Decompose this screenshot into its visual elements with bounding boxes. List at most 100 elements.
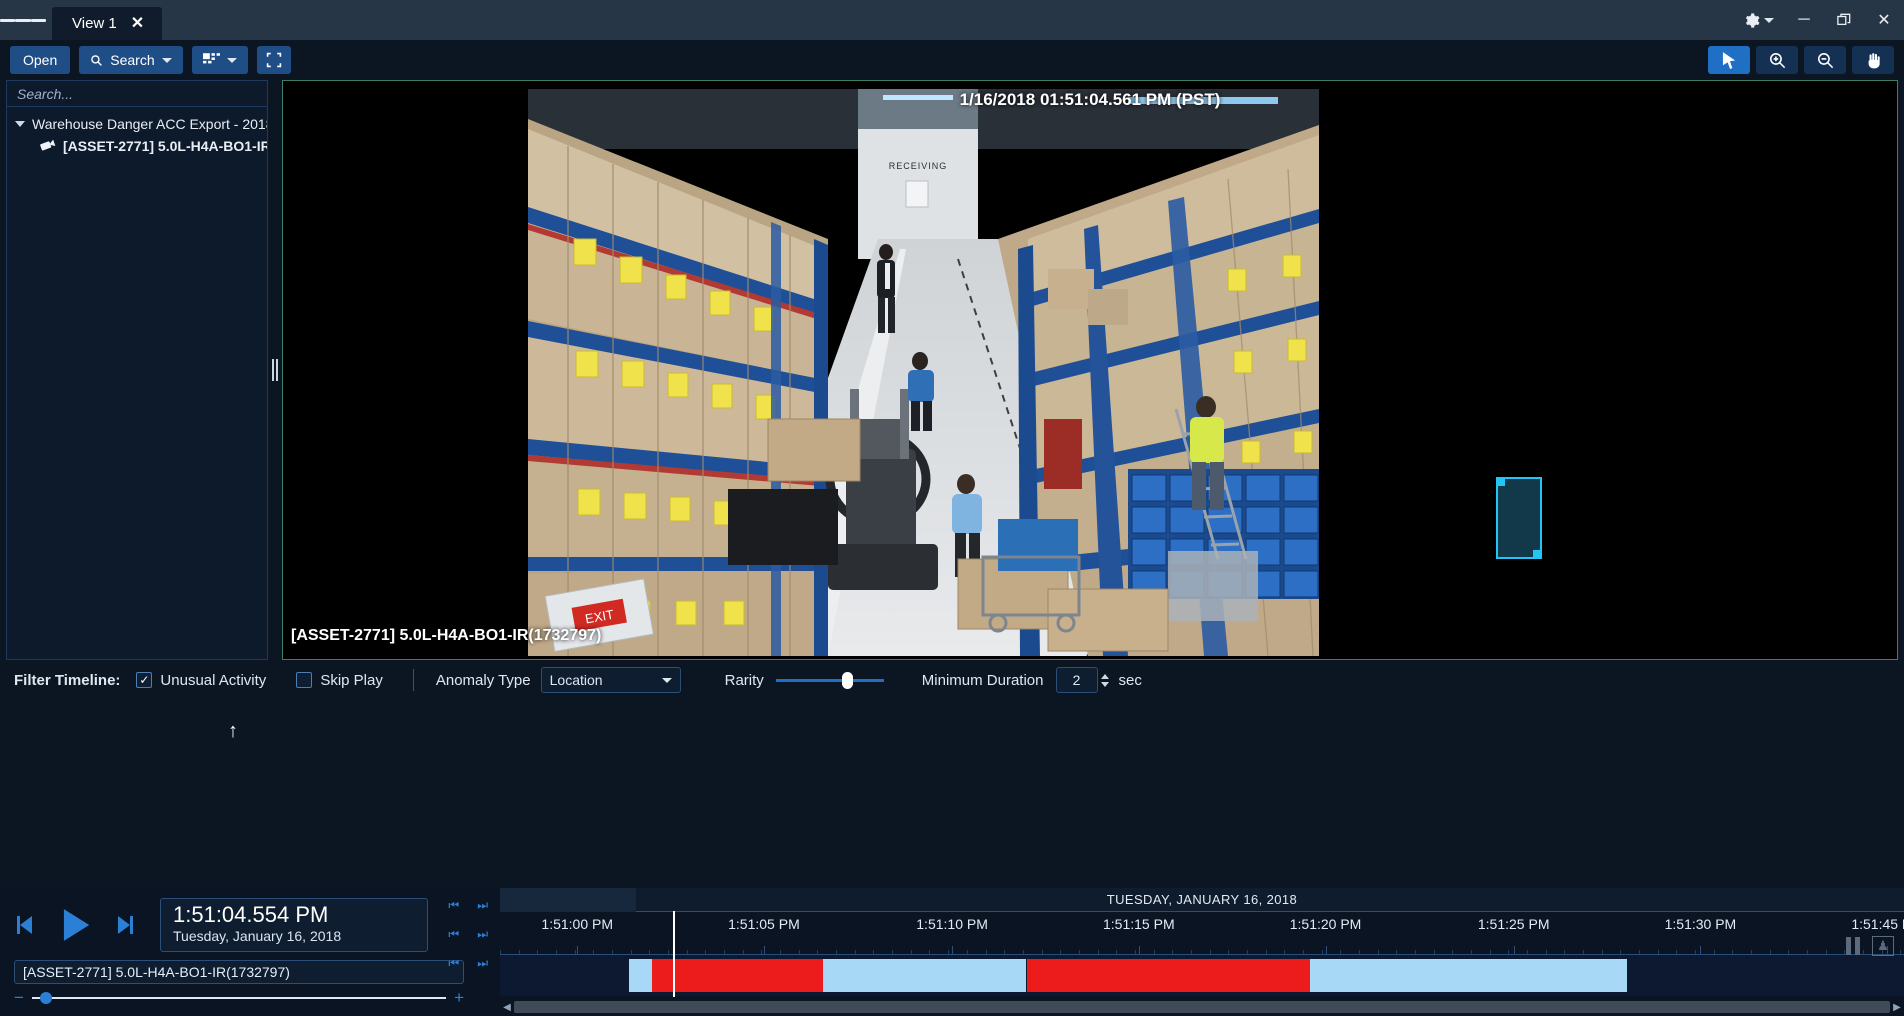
zoom-slider-track[interactable]: [32, 997, 446, 999]
timeline-segment-anomaly[interactable]: [652, 959, 823, 992]
scroll-left-icon[interactable]: ◀: [500, 1002, 514, 1013]
tab-view-1[interactable]: View 1 ✕: [52, 7, 162, 40]
search-input[interactable]: Search...: [7, 81, 267, 107]
slider-track: [776, 679, 884, 682]
skip-play-label: Skip Play: [320, 672, 383, 689]
timeline-segment-anomaly[interactable]: [1027, 959, 1311, 992]
playback-bar: 1:51:04.554 PM Tuesday, January 16, 2018…: [0, 888, 1904, 1016]
zoom-slider-knob[interactable]: [40, 992, 52, 1004]
open-button[interactable]: Open: [10, 46, 70, 74]
jump-start-icon[interactable]: ⏮: [448, 898, 459, 913]
stepper-down-icon[interactable]: [1101, 682, 1109, 687]
fullscreen-button[interactable]: [257, 46, 291, 74]
video-viewport[interactable]: 1/16/2018 01:51:04.561 PM (PST) [ASSET-2…: [282, 80, 1898, 660]
timeline-segment-unusual[interactable]: [823, 959, 1027, 992]
timeline-track[interactable]: [500, 954, 1904, 996]
timeline-right-icons: ♟: [1846, 936, 1894, 956]
current-time-display[interactable]: 1:51:04.554 PM Tuesday, January 16, 2018: [160, 898, 428, 952]
hamburger-icon[interactable]: [0, 0, 46, 40]
search-button[interactable]: Search: [79, 46, 182, 74]
checkbox-mark: ✓: [136, 672, 152, 688]
timeline-panel: TUESDAY, JANUARY 16, 2018 1:51:00 PM1:51…: [500, 888, 1904, 1016]
zoom-in-icon[interactable]: +: [454, 988, 464, 1008]
anomaly-type-select[interactable]: Location: [541, 667, 681, 693]
gear-icon[interactable]: [1729, 12, 1784, 29]
device-tree: Warehouse Danger ACC Export - 2018-01 [A…: [7, 107, 267, 157]
timeline-tick-label: 1:51:15 PM: [1103, 916, 1175, 932]
timeline-tick-mark: [1514, 946, 1515, 954]
current-date: Tuesday, January 16, 2018: [173, 928, 415, 944]
step-back-button[interactable]: [14, 913, 38, 937]
pan-tool-button[interactable]: [1852, 46, 1894, 74]
view-tools: [1708, 46, 1894, 74]
rarity-slider[interactable]: [776, 669, 884, 691]
video-timestamp-overlay: 1/16/2018 01:51:04.561 PM (PST): [960, 90, 1221, 110]
zoom-out-icon[interactable]: −: [14, 988, 24, 1008]
minimum-duration-unit: sec: [1119, 672, 1142, 689]
person-icon[interactable]: ♟: [1872, 936, 1894, 956]
nav-row-3: ⏮ ⏭: [448, 956, 488, 971]
timeline-tick-mark: [1326, 946, 1327, 954]
pause-icon[interactable]: [1846, 937, 1860, 955]
scroll-right-icon[interactable]: ▶: [1890, 1002, 1904, 1013]
svg-text:RECEIVING: RECEIVING: [889, 161, 948, 171]
chevron-down-icon[interactable]: [15, 121, 25, 127]
nav-row-1: ⏮ ⏭: [448, 898, 488, 913]
close-icon[interactable]: ✕: [131, 16, 144, 32]
timeline-nav-buttons: ⏮ ⏭ ⏮ ⏭ ⏮ ⏭: [448, 898, 488, 971]
timeline-segment-unusual[interactable]: [629, 959, 651, 992]
rarity-label: Rarity: [725, 672, 764, 689]
timeline-ruler[interactable]: 1:51:00 PM1:51:05 PM1:51:10 PM1:51:15 PM…: [500, 912, 1904, 954]
chevron-down-icon: [662, 678, 672, 683]
layout-button[interactable]: [192, 46, 248, 74]
magnifier-icon: [90, 54, 103, 67]
next-event-icon[interactable]: ⏭: [477, 927, 488, 942]
timeline-scrollbar[interactable]: ◀ ▶: [500, 998, 1904, 1016]
pointer-tool-button[interactable]: [1708, 46, 1750, 74]
unusual-activity-checkbox[interactable]: ✓ Unusual Activity: [136, 672, 266, 689]
minimum-duration-input[interactable]: 2: [1056, 667, 1098, 693]
timeline-segment-unusual[interactable]: [1310, 959, 1627, 992]
timeline-tick-label: 1:51:30 PM: [1665, 916, 1737, 932]
minimum-duration-stepper[interactable]: [1101, 674, 1109, 687]
stepper-up-icon[interactable]: [1101, 674, 1109, 679]
slider-knob[interactable]: [842, 672, 853, 689]
minimize-button[interactable]: ─: [1784, 0, 1824, 40]
play-button[interactable]: [56, 906, 94, 944]
nav-row-2: ⏮ ⏭: [448, 927, 488, 942]
timeline-zoom-slider[interactable]: − +: [14, 988, 464, 1008]
panel-splitter[interactable]: [268, 80, 282, 660]
camera-selector[interactable]: [ASSET-2771] 5.0L-H4A-BO1-IR(1732797): [14, 960, 464, 984]
prev-event-icon[interactable]: ⏮: [448, 927, 459, 942]
checkbox-mark: [296, 672, 312, 688]
prev-clip-icon[interactable]: ⏮: [448, 956, 459, 971]
step-forward-button[interactable]: [112, 913, 136, 937]
timeline-playhead[interactable]: [673, 911, 675, 997]
chevron-down-icon: [162, 58, 172, 63]
cursor-arrow-icon: [1722, 52, 1737, 69]
window-close-button[interactable]: ✕: [1864, 0, 1904, 40]
zoom-out-tool-button[interactable]: [1804, 46, 1846, 74]
toolbar: Open Search: [0, 40, 1904, 80]
camera-icon: [39, 136, 58, 155]
divider: [413, 669, 414, 691]
timeline-tick-label: 1:51:05 PM: [728, 916, 800, 932]
next-clip-icon[interactable]: ⏭: [477, 956, 488, 971]
zoom-in-tool-button[interactable]: [1756, 46, 1798, 74]
restore-button[interactable]: [1824, 0, 1864, 40]
minimum-duration-label: Minimum Duration: [922, 672, 1044, 689]
warehouse-scene: RECEIVING: [528, 89, 1319, 656]
mouse-cursor-icon: ↑: [228, 720, 238, 743]
skip-play-checkbox[interactable]: Skip Play: [296, 672, 383, 689]
source-tree-panel: Search... Warehouse Danger ACC Export - …: [6, 80, 268, 660]
timeline-tick-label: 1:51:10 PM: [916, 916, 988, 932]
timeline-tick-label: 1:51:25 PM: [1478, 916, 1550, 932]
chevron-down-icon[interactable]: [1764, 18, 1774, 23]
tree-item-export[interactable]: Warehouse Danger ACC Export - 2018-01: [7, 113, 267, 135]
scrollbar-thumb[interactable]: [514, 1001, 1890, 1013]
window-controls: ─ ✕: [1729, 0, 1904, 40]
timeline-tick-mark: [1139, 946, 1140, 954]
unusual-activity-label: Unusual Activity: [160, 672, 266, 689]
tree-item-camera[interactable]: [ASSET-2771] 5.0L-H4A-BO1-IR(1: [7, 135, 267, 157]
jump-end-icon[interactable]: ⏭: [477, 898, 488, 913]
